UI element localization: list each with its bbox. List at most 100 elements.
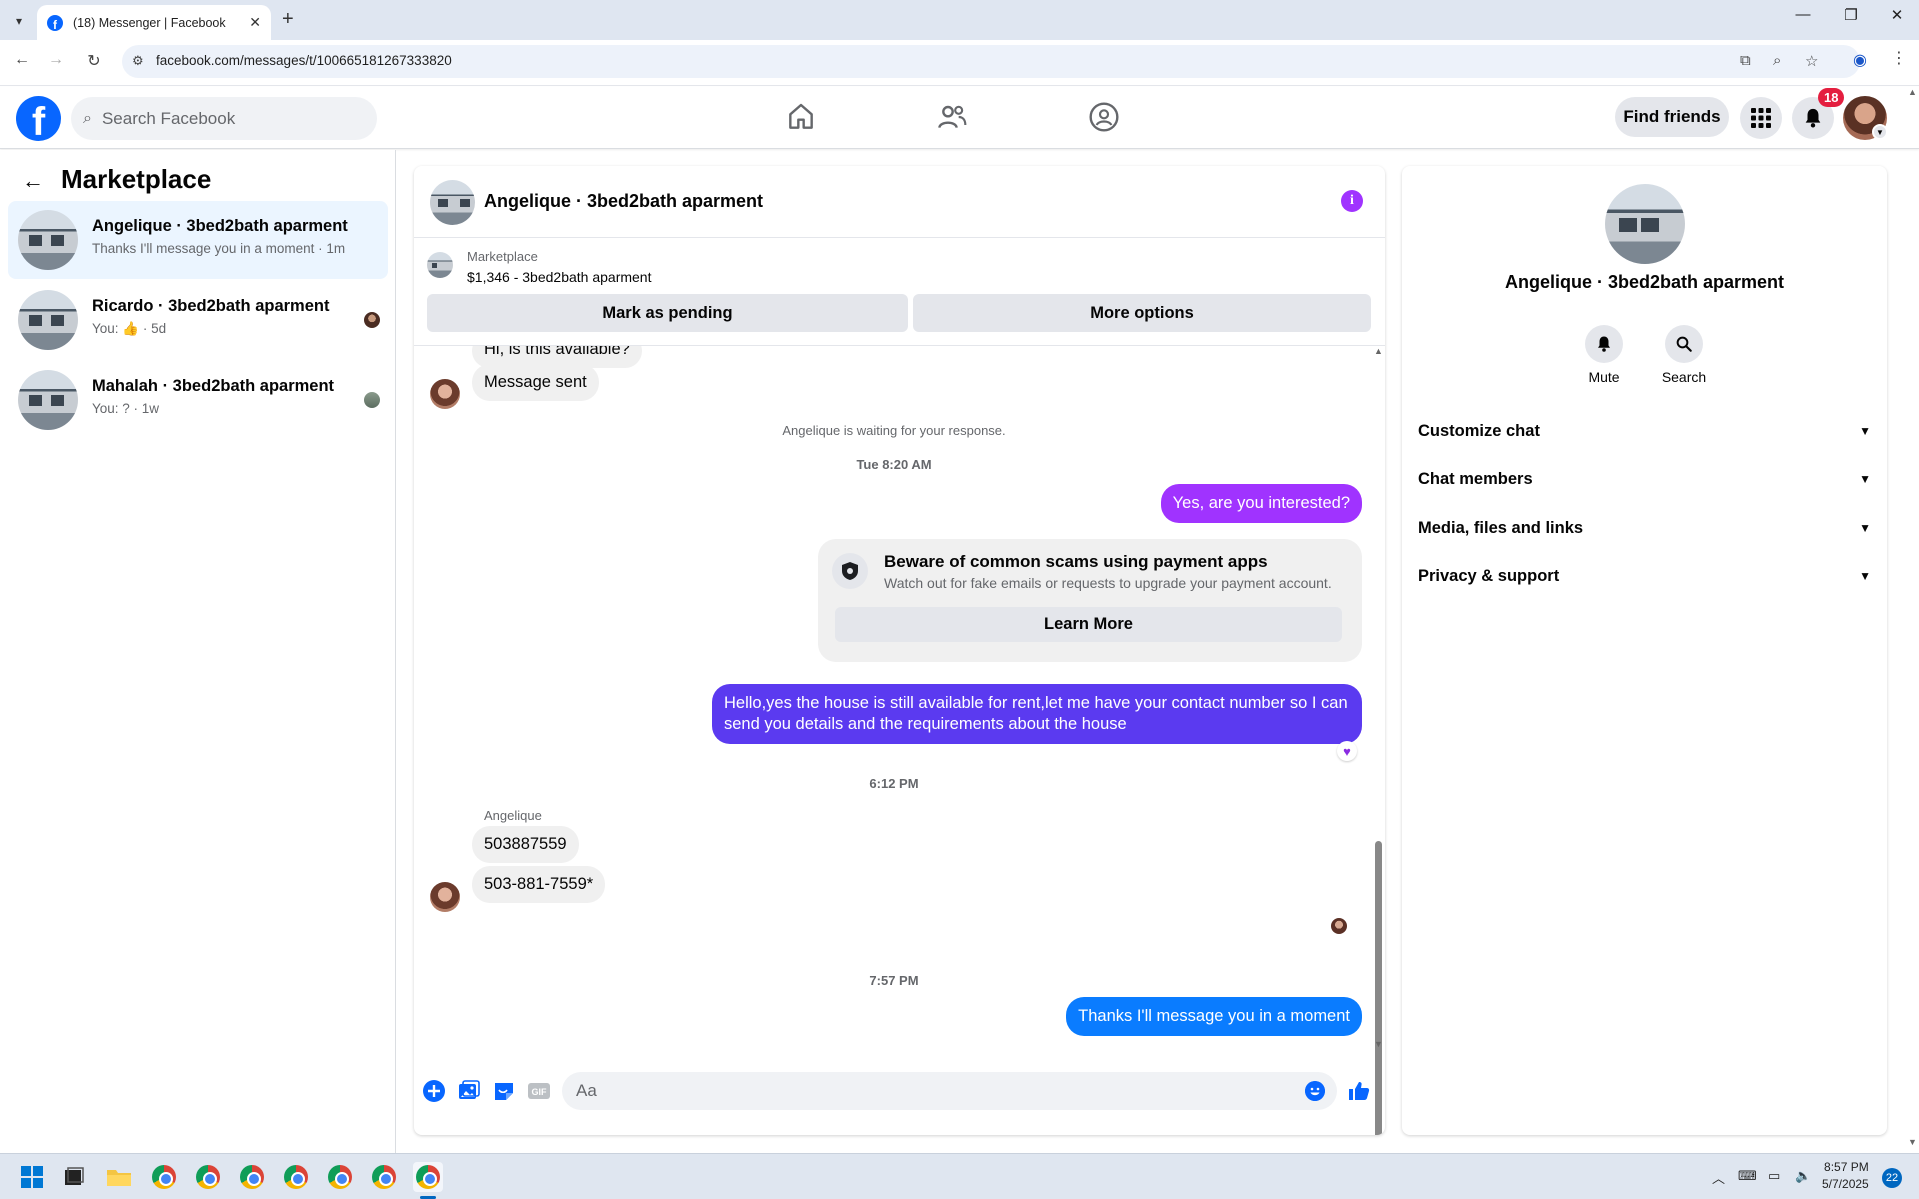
snippet-prefix: You: bbox=[92, 321, 119, 336]
chrome-profile-icon[interactable] bbox=[193, 1162, 223, 1192]
display-icon[interactable]: ▭ bbox=[1768, 1168, 1780, 1184]
scam-warning-text: Watch out for fake emails or requests to… bbox=[884, 575, 1332, 591]
conversation-item-mahalah[interactable]: Mahalah · 3bed2bath aparment You: ? · 1w bbox=[8, 361, 388, 439]
like-thumbs-up-icon[interactable] bbox=[1347, 1079, 1371, 1103]
back-icon[interactable]: ← bbox=[10, 51, 34, 69]
browser-tab-bar: ▾ f (18) Messenger | Facebook ✕ + — ❐ ✕ bbox=[0, 0, 1919, 40]
seen-avatar bbox=[364, 392, 380, 408]
browser-tab[interactable]: f (18) Messenger | Facebook ✕ bbox=[37, 5, 271, 40]
scroll-down-icon[interactable]: ▼ bbox=[1374, 1039, 1383, 1049]
forward-icon[interactable]: → bbox=[44, 51, 68, 69]
system-clock[interactable]: 8:57 PM 5/7/2025 bbox=[1822, 1159, 1869, 1193]
minimize-icon[interactable]: — bbox=[1788, 6, 1818, 23]
bell-icon bbox=[1805, 108, 1821, 128]
message-bubble-outgoing: Yes, are you interested? bbox=[1160, 484, 1362, 523]
browser-toolbar: ← → ↻ ⚙ facebook.com/messages/t/10066518… bbox=[0, 40, 1919, 86]
thumbs-up-icon: 👍 bbox=[122, 321, 140, 336]
plus-icon[interactable] bbox=[422, 1079, 446, 1103]
find-friends-button[interactable]: Find friends bbox=[1615, 97, 1729, 137]
keyboard-icon[interactable]: ⌨ bbox=[1738, 1168, 1757, 1184]
sticker-icon[interactable] bbox=[492, 1079, 516, 1103]
scroll-up-icon[interactable]: ▲ bbox=[1908, 87, 1917, 97]
groups-icon[interactable] bbox=[1088, 101, 1120, 133]
section-label: Chat members bbox=[1418, 469, 1533, 488]
facebook-header: f ⌕ Find friends 18 ▼ bbox=[0, 87, 1919, 149]
tray-overflow-chevron-icon[interactable]: ︿ bbox=[1712, 1168, 1725, 1187]
chat-title[interactable]: Angelique · 3bed2bath aparment bbox=[484, 191, 763, 212]
heart-reaction-icon[interactable]: ♥ bbox=[1337, 741, 1357, 761]
facebook-logo-icon[interactable]: f bbox=[16, 96, 61, 141]
message-bubble-outgoing: Hello,yes the house is still available f… bbox=[712, 684, 1362, 744]
media-files-links-section[interactable]: Media, files and links ▼ bbox=[1410, 506, 1879, 550]
search-box[interactable]: ⌕ bbox=[71, 97, 377, 140]
window-close-icon[interactable]: ✕ bbox=[1882, 6, 1912, 24]
notification-count-badge[interactable]: 22 bbox=[1882, 1168, 1902, 1188]
restore-icon[interactable]: ❐ bbox=[1836, 6, 1866, 24]
chat-members-section[interactable]: Chat members ▼ bbox=[1410, 457, 1879, 501]
message-input-box[interactable] bbox=[562, 1072, 1337, 1110]
search-input[interactable] bbox=[101, 108, 352, 129]
emoji-icon[interactable] bbox=[1305, 1081, 1325, 1101]
message-input[interactable] bbox=[562, 1072, 1262, 1110]
site-info-icon[interactable]: ⚙ bbox=[132, 53, 144, 69]
listing-mini-thumbnail[interactable] bbox=[427, 252, 453, 278]
info-icon[interactable]: i bbox=[1341, 190, 1363, 212]
task-view-icon[interactable] bbox=[59, 1162, 89, 1192]
photo-icon[interactable] bbox=[457, 1079, 481, 1103]
bookmark-star-icon[interactable]: ☆ bbox=[1805, 52, 1818, 70]
friends-icon[interactable] bbox=[936, 101, 968, 133]
tab-search-chevron-icon[interactable]: ▾ bbox=[8, 10, 30, 32]
chat-avatar[interactable] bbox=[430, 180, 475, 225]
chrome-profile-icon[interactable] bbox=[149, 1162, 179, 1192]
customize-chat-section[interactable]: Customize chat ▼ bbox=[1410, 409, 1879, 453]
mute-button[interactable]: Mute bbox=[1569, 325, 1639, 385]
clock-time: 8:57 PM bbox=[1824, 1160, 1869, 1174]
page-scrollbar[interactable]: ▲ ▼ bbox=[1905, 87, 1919, 1153]
volume-icon[interactable]: 🔈 bbox=[1795, 1168, 1811, 1184]
details-avatar[interactable] bbox=[1605, 184, 1685, 264]
shield-icon bbox=[832, 553, 868, 589]
file-explorer-icon[interactable] bbox=[104, 1162, 134, 1192]
message-bubble-incoming: 503887559 bbox=[472, 826, 579, 863]
chevron-down-icon: ▼ bbox=[1859, 569, 1871, 583]
windows-start-icon[interactable] bbox=[17, 1162, 47, 1192]
scroll-up-icon[interactable]: ▲ bbox=[1374, 346, 1383, 356]
menu-grid-button[interactable] bbox=[1740, 97, 1782, 139]
scroll-down-icon[interactable]: ▼ bbox=[1908, 1137, 1917, 1147]
conversation-item-ricardo[interactable]: Ricardo · 3bed2bath aparment You: 👍 · 5d bbox=[8, 281, 388, 359]
scam-warning-title: Beware of common scams using payment app… bbox=[884, 552, 1268, 571]
search-conversation-button[interactable]: Search bbox=[1649, 325, 1719, 385]
browser-menu-icon[interactable]: ⋮ bbox=[1891, 48, 1907, 68]
chrome-profile-icon[interactable] bbox=[237, 1162, 267, 1192]
browser-profile-icon[interactable]: ◉ bbox=[1853, 50, 1867, 70]
message-scrollbar[interactable]: ▲ ▼ bbox=[1371, 346, 1385, 1135]
reload-icon[interactable]: ↻ bbox=[82, 51, 106, 71]
svg-text:GIF: GIF bbox=[532, 1087, 548, 1097]
home-icon[interactable] bbox=[785, 101, 817, 133]
search-icon bbox=[1665, 325, 1703, 363]
new-tab-icon[interactable]: + bbox=[282, 8, 294, 31]
account-chevron-icon[interactable]: ▼ bbox=[1872, 124, 1888, 140]
chrome-profile-icon[interactable] bbox=[369, 1162, 399, 1192]
listing-price-title[interactable]: $1,346 - 3bed2bath aparment bbox=[467, 269, 651, 285]
conversation-snippet: You: ? · 1w bbox=[92, 401, 160, 416]
gif-icon[interactable]: GIF bbox=[527, 1079, 551, 1103]
listing-thumbnail bbox=[18, 210, 78, 270]
install-app-icon[interactable]: ⧉ bbox=[1740, 52, 1751, 69]
learn-more-button[interactable]: Learn More bbox=[835, 607, 1342, 642]
listing-thumbnail bbox=[18, 370, 78, 430]
chrome-profile-icon[interactable] bbox=[281, 1162, 311, 1192]
tab-close-icon[interactable]: ✕ bbox=[249, 14, 261, 31]
back-arrow-icon[interactable]: ← bbox=[22, 168, 44, 194]
listing-thumbnail bbox=[18, 290, 78, 350]
mark-as-pending-button[interactable]: Mark as pending bbox=[427, 294, 908, 332]
privacy-support-section[interactable]: Privacy & support ▼ bbox=[1410, 554, 1879, 598]
timestamp: Tue 8:20 AM bbox=[856, 457, 932, 472]
address-bar[interactable]: ⚙ facebook.com/messages/t/10066518126733… bbox=[122, 45, 1860, 78]
chrome-profile-icon[interactable] bbox=[325, 1162, 355, 1192]
conversation-item-angelique[interactable]: Angelique · 3bed2bath aparment Thanks I'… bbox=[8, 201, 388, 279]
chrome-active-icon[interactable] bbox=[413, 1162, 443, 1192]
zoom-icon[interactable]: ⌕ bbox=[1773, 52, 1781, 69]
more-options-button[interactable]: More options bbox=[913, 294, 1371, 332]
snippet-suffix: · 5d bbox=[142, 321, 167, 336]
